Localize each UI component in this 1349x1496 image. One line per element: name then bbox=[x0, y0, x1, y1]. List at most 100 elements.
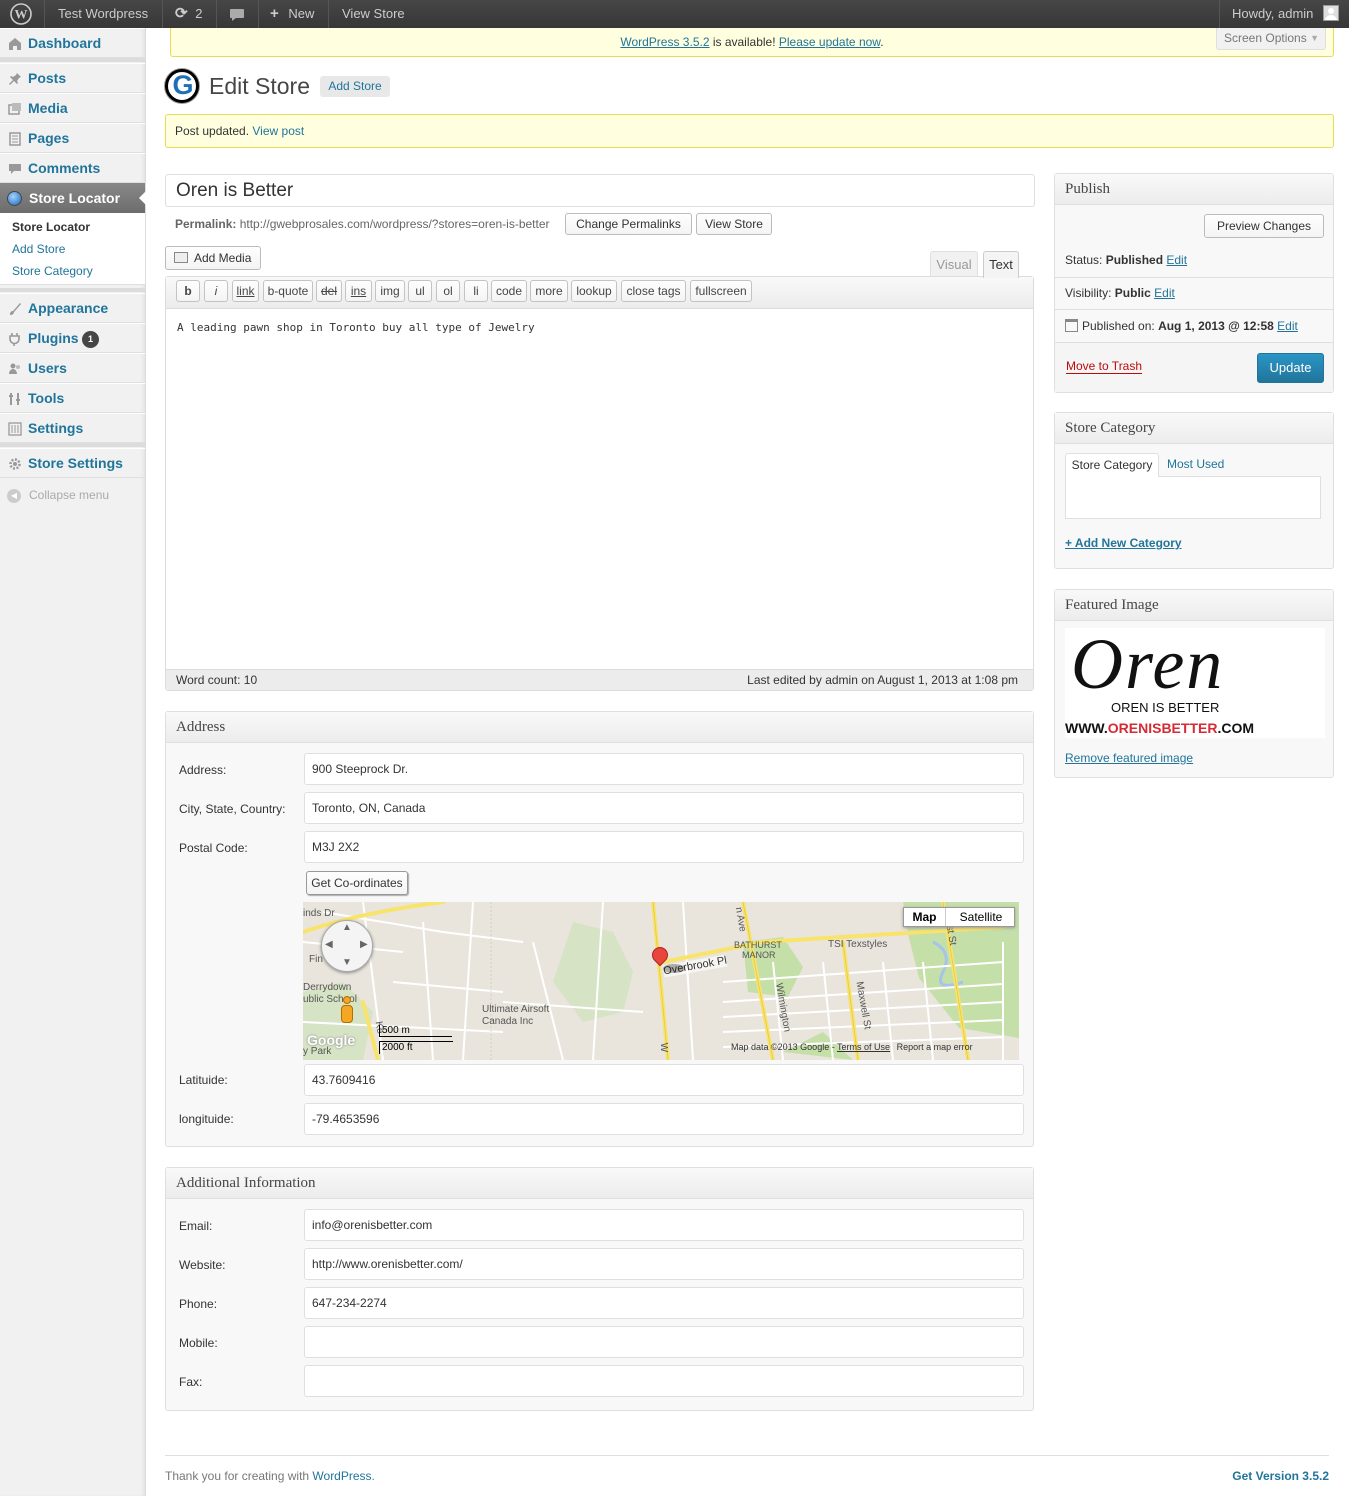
change-permalinks-button[interactable]: Change Permalinks bbox=[565, 213, 692, 235]
postal-code-input[interactable]: M3J 2X2 bbox=[304, 831, 1024, 863]
remove-featured-image-link[interactable]: Remove featured image bbox=[1065, 751, 1193, 765]
view-store-link[interactable]: View Store bbox=[342, 0, 405, 28]
add-media-icon bbox=[174, 252, 188, 263]
users-icon bbox=[9, 363, 20, 374]
plug-icon bbox=[9, 333, 20, 346]
settings-sliders-icon bbox=[8, 422, 22, 436]
get-coordinates-button[interactable]: Get Co-ordinates bbox=[306, 871, 408, 895]
menu-plugins[interactable]: Plugins 1 bbox=[0, 323, 145, 353]
submenu-store-category[interactable]: Store Category bbox=[12, 264, 93, 278]
qt-lookup-button[interactable]: lookup bbox=[571, 280, 617, 302]
preview-changes-button[interactable]: Preview Changes bbox=[1204, 214, 1324, 238]
menu-store-locator[interactable]: Store Locator bbox=[0, 183, 146, 213]
street-view-pegman-icon[interactable] bbox=[340, 996, 354, 1026]
menu-pages[interactable]: Pages bbox=[0, 123, 145, 153]
map-pan-control[interactable]: ▲ ▼ ◀ ▶ bbox=[321, 920, 373, 972]
post-visibility: Visibility: Public Edit bbox=[1065, 286, 1175, 300]
add-store-button[interactable]: Add Store bbox=[320, 76, 390, 97]
category-checklist bbox=[1065, 476, 1321, 519]
add-media-button[interactable]: Add Media bbox=[165, 246, 261, 270]
wordpress-version-link[interactable]: WordPress 3.5.2 bbox=[620, 35, 709, 49]
map-terms-link[interactable]: Terms of Use bbox=[837, 1042, 890, 1052]
add-new-category-link[interactable]: + Add New Category bbox=[1065, 536, 1182, 550]
qt-italic-button[interactable]: i bbox=[204, 280, 228, 302]
qt-close-tags-button[interactable]: close tags bbox=[621, 280, 686, 302]
submenu-add-store[interactable]: Add Store bbox=[12, 242, 65, 256]
category-tab-all[interactable]: Store Category bbox=[1065, 453, 1159, 477]
menu-comments[interactable]: Comments bbox=[0, 153, 145, 183]
wordpress-link[interactable]: WordPress bbox=[312, 1469, 371, 1483]
publish-date: Published on: Aug 1, 2013 @ 12:58 Edit bbox=[1065, 319, 1298, 333]
updates-link[interactable]: ⟳ 2 bbox=[175, 0, 202, 28]
screen-options-tab[interactable]: Screen Options ▼ bbox=[1216, 28, 1326, 50]
phone-input[interactable]: 647-234-2274 bbox=[304, 1287, 1024, 1319]
site-name-link[interactable]: Test Wordpress bbox=[58, 0, 148, 28]
tab-visual[interactable]: Visual bbox=[930, 251, 978, 277]
menu-appearance[interactable]: Appearance bbox=[0, 293, 145, 323]
qt-more-button[interactable]: more bbox=[530, 280, 568, 302]
get-version-link[interactable]: Get Version 3.5.2 bbox=[1232, 1469, 1329, 1483]
qt-code-button[interactable]: code bbox=[491, 280, 527, 302]
map-type-satellite-button[interactable]: Satellite bbox=[947, 908, 1015, 926]
map-report-link[interactable]: Report a map error bbox=[897, 1042, 973, 1052]
fax-input[interactable] bbox=[304, 1365, 1024, 1397]
menu-settings[interactable]: Settings bbox=[0, 413, 145, 443]
view-post-link[interactable]: View post bbox=[252, 124, 304, 138]
menu-dashboard[interactable]: Dashboard bbox=[0, 28, 145, 58]
qt-link-button[interactable]: link bbox=[232, 280, 259, 302]
map-label-bathurst: BATHURST bbox=[734, 940, 782, 950]
email-input[interactable]: info@orenisbetter.com bbox=[304, 1209, 1024, 1241]
menu-tools[interactable]: Tools bbox=[0, 383, 145, 413]
qt-bold-button[interactable]: b bbox=[176, 280, 200, 302]
additional-info-metabox: Additional Information Email: info@oreni… bbox=[165, 1167, 1034, 1411]
footer-thanks: Thank you for creating with WordPress. bbox=[165, 1469, 375, 1483]
content-textarea[interactable]: A leading pawn shop in Toronto buy all t… bbox=[177, 321, 1017, 334]
qt-li-button[interactable]: li bbox=[464, 280, 488, 302]
tools-icon bbox=[9, 393, 20, 405]
qt-bquote-button[interactable]: b-quote bbox=[263, 280, 313, 302]
qt-fullscreen-button[interactable]: fullscreen bbox=[690, 280, 752, 302]
post-title-input[interactable]: Oren is Better bbox=[165, 174, 1035, 207]
qt-ins-button[interactable]: ins bbox=[345, 280, 372, 302]
mobile-input[interactable] bbox=[304, 1326, 1024, 1358]
category-tab-most-used[interactable]: Most Used bbox=[1167, 457, 1224, 471]
edit-date-link[interactable]: Edit bbox=[1277, 319, 1298, 333]
admin-bar: W Test Wordpress ⟳ 2 + New View Store Ho… bbox=[0, 0, 1349, 28]
footer-divider bbox=[165, 1455, 1329, 1456]
store-category-heading: Store Category bbox=[1055, 413, 1333, 444]
update-button[interactable]: Update bbox=[1257, 353, 1324, 383]
edit-status-link[interactable]: Edit bbox=[1166, 253, 1187, 267]
menu-store-settings[interactable]: Store Settings bbox=[0, 448, 145, 478]
new-content-link[interactable]: + New bbox=[270, 0, 314, 28]
featured-image[interactable]: Oren OREN IS BETTER WWW.ORENISBETTER.COM bbox=[1065, 624, 1325, 738]
website-input[interactable]: http://www.orenisbetter.com/ bbox=[304, 1248, 1024, 1280]
qt-ul-button[interactable]: ul bbox=[408, 280, 432, 302]
tab-text[interactable]: Text bbox=[983, 251, 1019, 278]
city-state-country-input[interactable]: Toronto, ON, Canada bbox=[304, 792, 1024, 824]
qt-ol-button[interactable]: ol bbox=[436, 280, 460, 302]
triangle-down-icon: ▼ bbox=[1310, 33, 1319, 43]
comments-bubble-icon[interactable] bbox=[229, 0, 245, 28]
latitude-input[interactable]: 43.7609416 bbox=[304, 1064, 1024, 1096]
move-to-trash-link[interactable]: Move to Trash bbox=[1066, 359, 1143, 374]
permalink-row: Permalink: http://gwebprosales.com/wordp… bbox=[175, 217, 550, 231]
howdy-account[interactable]: Howdy, admin bbox=[1232, 0, 1340, 28]
store-locator-submenu: Store Locator Add Store Store Category bbox=[0, 213, 145, 285]
view-store-button[interactable]: View Store bbox=[696, 213, 772, 235]
menu-users[interactable]: Users bbox=[0, 353, 145, 383]
qt-img-button[interactable]: img bbox=[375, 280, 405, 302]
store-page-icon-g: G bbox=[172, 70, 194, 100]
submenu-store-locator[interactable]: Store Locator bbox=[12, 220, 90, 234]
store-map[interactable]: inds Dr Fin Derrydown ublic School y Par… bbox=[303, 902, 1019, 1060]
menu-posts[interactable]: Posts bbox=[0, 63, 145, 93]
menu-media[interactable]: Media bbox=[0, 93, 145, 123]
wordpress-logo-icon[interactable]: W bbox=[10, 0, 36, 28]
update-now-link[interactable]: Please update now bbox=[779, 35, 880, 49]
edit-visibility-link[interactable]: Edit bbox=[1154, 286, 1175, 300]
address-input[interactable]: 900 Steeprock Dr. bbox=[304, 753, 1024, 785]
updates-count: 2 bbox=[195, 6, 203, 21]
longitude-input[interactable]: -79.4653596 bbox=[304, 1103, 1024, 1135]
map-type-map-button[interactable]: Map bbox=[904, 908, 946, 926]
qt-del-button[interactable]: del bbox=[316, 280, 342, 302]
collapse-menu[interactable]: ◀ Collapse menu bbox=[0, 488, 145, 508]
